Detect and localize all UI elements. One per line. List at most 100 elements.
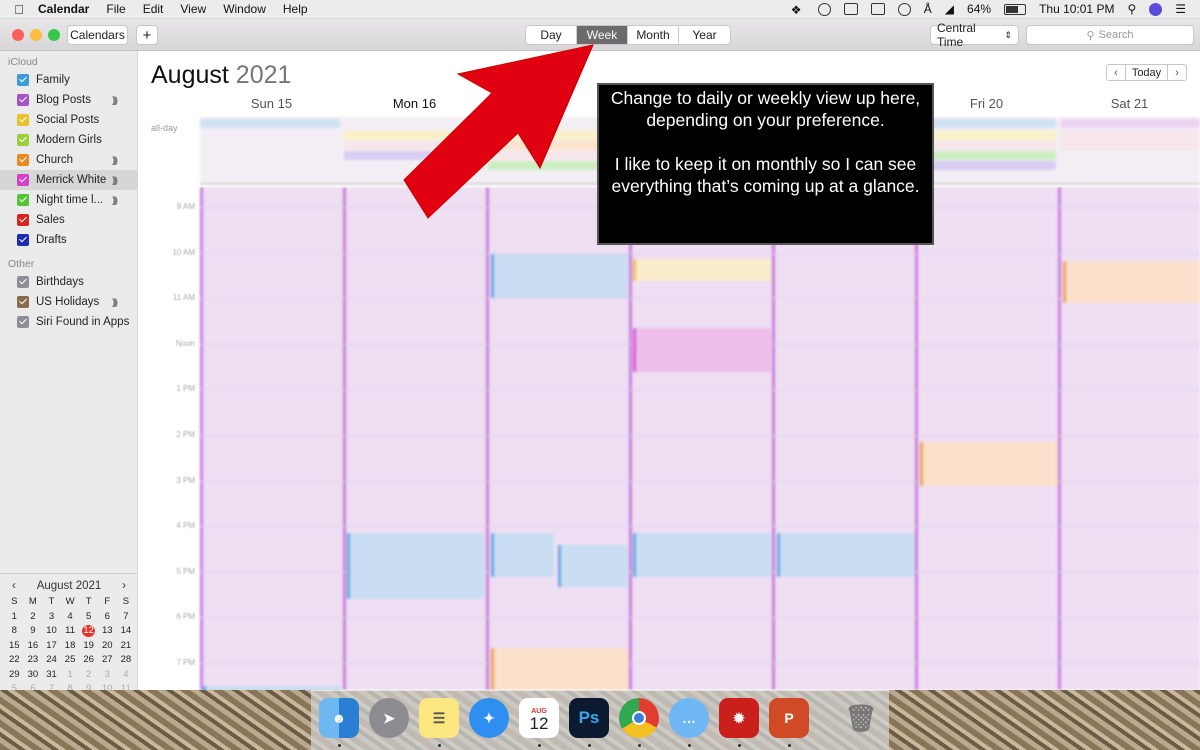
- allday-event[interactable]: [918, 161, 1056, 170]
- launchpad-icon[interactable]: ➤: [369, 698, 409, 738]
- minical-day[interactable]: 16: [24, 640, 43, 652]
- calendar-item[interactable]: Drafts: [0, 230, 138, 250]
- minical-day[interactable]: 27: [98, 654, 117, 666]
- menu-window[interactable]: Window: [223, 2, 266, 16]
- calendar-event[interactable]: [777, 533, 915, 577]
- calendar-item[interactable]: Birthdays: [0, 272, 138, 292]
- minical-day[interactable]: 14: [117, 625, 136, 637]
- minical-day[interactable]: 9: [79, 683, 98, 690]
- notes-icon[interactable]: ☰: [419, 698, 459, 738]
- calendar-event[interactable]: [491, 648, 628, 690]
- minical-day[interactable]: 29: [5, 669, 24, 681]
- calendar-event[interactable]: [491, 254, 628, 298]
- menu-app-name[interactable]: Calendar: [38, 2, 89, 16]
- minimize-window-button[interactable]: [30, 29, 42, 41]
- dropbox-icon[interactable]: ❖: [791, 3, 805, 15]
- calendar-event[interactable]: [633, 328, 771, 372]
- minical-day[interactable]: 2: [79, 669, 98, 681]
- safari-icon[interactable]: ✦: [469, 698, 509, 738]
- checkbox-icon[interactable]: [17, 234, 29, 246]
- minical-day[interactable]: 7: [117, 611, 136, 623]
- calendar-event[interactable]: [347, 533, 484, 599]
- checkbox-icon[interactable]: [17, 114, 29, 126]
- minical-day[interactable]: 11: [61, 625, 80, 637]
- chrome-icon[interactable]: [619, 698, 659, 738]
- calendar-event[interactable]: [491, 533, 554, 577]
- allday-event[interactable]: [918, 151, 1056, 160]
- checkbox-icon[interactable]: [17, 194, 29, 206]
- calendar-item[interactable]: Social Posts: [0, 110, 138, 130]
- powerpoint-icon[interactable]: P: [769, 698, 809, 738]
- minical-day[interactable]: 12: [82, 625, 95, 637]
- acrobat-icon[interactable]: ✹: [719, 698, 759, 738]
- minical-day[interactable]: 4: [61, 611, 80, 623]
- minical-day[interactable]: 3: [98, 669, 117, 681]
- minical-day[interactable]: 5: [5, 683, 24, 690]
- minical-day[interactable]: 25: [61, 654, 80, 666]
- checkbox-icon[interactable]: [17, 174, 29, 186]
- menu-help[interactable]: Help: [283, 2, 308, 16]
- checkbox-icon[interactable]: [17, 316, 29, 328]
- allday-event[interactable]: [1061, 141, 1200, 150]
- checkbox-icon[interactable]: [17, 94, 29, 106]
- minical-day[interactable]: 2: [24, 611, 43, 623]
- calendar-item[interactable]: Modern Girls: [0, 130, 138, 150]
- tab-month[interactable]: Month: [628, 26, 679, 44]
- checkbox-icon[interactable]: [17, 134, 29, 146]
- minical-day[interactable]: 11: [117, 683, 136, 690]
- airplay-icon[interactable]: [871, 3, 885, 15]
- minical-day[interactable]: 20: [98, 640, 117, 652]
- today-button[interactable]: Today: [1125, 65, 1168, 80]
- messages-icon[interactable]: …: [669, 698, 709, 738]
- bluetooth-icon[interactable]: Å: [924, 2, 932, 16]
- creative-cloud-icon[interactable]: [818, 3, 831, 16]
- checkbox-icon[interactable]: [17, 296, 29, 308]
- menu-file[interactable]: File: [106, 2, 125, 16]
- minical-day[interactable]: 26: [79, 654, 98, 666]
- checkbox-icon[interactable]: [17, 276, 29, 288]
- minical-next-button[interactable]: ›: [122, 580, 126, 592]
- minical-day[interactable]: 15: [5, 640, 24, 652]
- search-input[interactable]: ⚲ Search: [1026, 25, 1194, 45]
- minical-day[interactable]: 13: [98, 625, 117, 637]
- minical-day[interactable]: 5: [79, 611, 98, 623]
- checkbox-icon[interactable]: [17, 154, 29, 166]
- checkbox-icon[interactable]: [17, 74, 29, 86]
- calendar-item[interactable]: Night time l...)))): [0, 190, 138, 210]
- calendar-item[interactable]: Church)))): [0, 150, 138, 170]
- minical-prev-button[interactable]: ‹: [12, 580, 16, 592]
- allday-event[interactable]: [200, 119, 340, 128]
- next-week-button[interactable]: ›: [1168, 65, 1186, 80]
- finder-icon[interactable]: ☻: [319, 698, 359, 738]
- minical-day[interactable]: 18: [61, 640, 80, 652]
- minical-day[interactable]: 1: [61, 669, 80, 681]
- minical-day[interactable]: 1: [5, 611, 24, 623]
- siri-icon[interactable]: [1149, 3, 1162, 16]
- calendar-item[interactable]: US Holidays)))): [0, 292, 138, 312]
- minical-day[interactable]: 10: [42, 625, 61, 637]
- calendar-app-icon[interactable]: AUG 12: [519, 698, 559, 738]
- tab-year[interactable]: Year: [679, 26, 730, 44]
- minical-day[interactable]: 8: [5, 625, 24, 637]
- minical-day[interactable]: 30: [24, 669, 43, 681]
- calendar-item[interactable]: Siri Found in Apps: [0, 312, 138, 332]
- minical-day[interactable]: 6: [24, 683, 43, 690]
- calendar-event[interactable]: [633, 533, 771, 577]
- minical-day[interactable]: 3: [42, 611, 61, 623]
- wifi-icon[interactable]: ◢: [945, 2, 954, 16]
- spotlight-icon[interactable]: ⚲: [1127, 2, 1136, 16]
- minical-day[interactable]: 10: [98, 683, 117, 690]
- calendar-event[interactable]: [558, 545, 628, 587]
- minical-day[interactable]: 21: [117, 640, 136, 652]
- calendar-item[interactable]: Sales: [0, 210, 138, 230]
- minical-day[interactable]: 24: [42, 654, 61, 666]
- minical-day[interactable]: 4: [117, 669, 136, 681]
- calendar-event[interactable]: [920, 442, 1058, 486]
- calendar-item[interactable]: Family: [0, 70, 138, 90]
- allday-event[interactable]: [1061, 131, 1200, 140]
- trash-icon[interactable]: 🗑: [841, 698, 881, 738]
- calendars-button[interactable]: Calendars: [67, 25, 128, 45]
- allday-event[interactable]: [918, 119, 1056, 128]
- timezone-select[interactable]: Central Time ⇕: [930, 25, 1019, 45]
- minical-day[interactable]: 19: [79, 640, 98, 652]
